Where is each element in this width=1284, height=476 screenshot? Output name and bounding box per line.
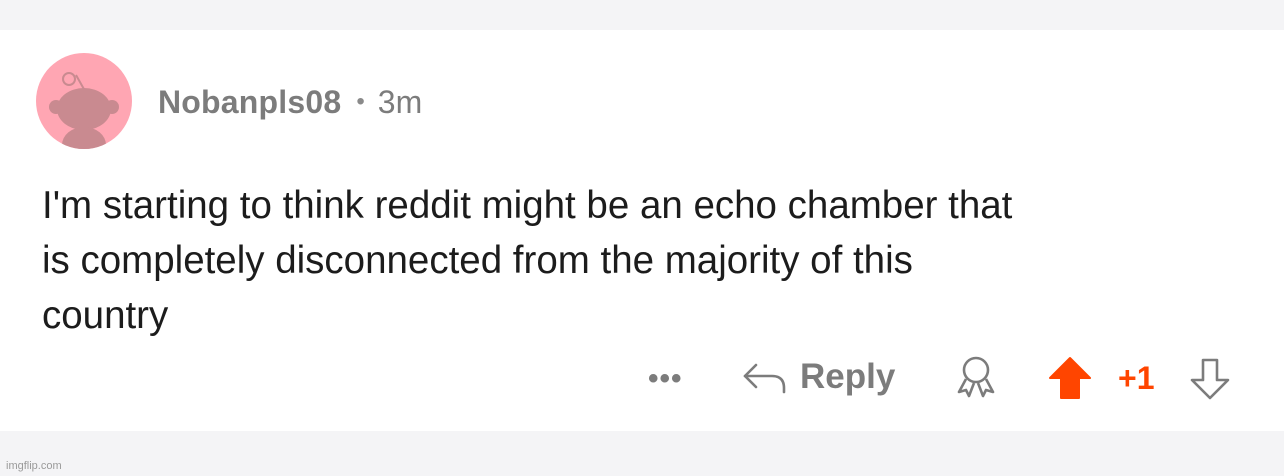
more-options-button[interactable]: ••• <box>648 362 683 396</box>
reply-button[interactable]: Reply <box>742 354 895 400</box>
comment-body-line: is completely disconnected from the majo… <box>42 239 913 282</box>
comment-actions: ••• Reply +1 <box>0 352 1284 402</box>
comment-card: Nobanpls08 • 3m I'm starting to think re… <box>0 30 1284 431</box>
comment-body: I'm starting to think reddit might be an… <box>42 178 1252 343</box>
reply-label: Reply <box>800 357 896 396</box>
award-button[interactable] <box>950 354 1002 400</box>
downvote-arrow-icon <box>1190 358 1230 400</box>
upvote-button[interactable] <box>1046 354 1094 402</box>
reply-arrow-icon <box>743 363 786 394</box>
downvote-button[interactable] <box>1186 354 1234 402</box>
award-icon <box>957 356 995 398</box>
comment-body-line: I'm starting to think reddit might be an… <box>42 184 1013 227</box>
upvote-arrow-icon <box>1049 357 1091 399</box>
username-link[interactable]: Nobanpls08 <box>158 84 341 121</box>
comment-body-line: country <box>42 294 169 337</box>
comment-timestamp: 3m <box>377 83 423 120</box>
comment-meta: Nobanpls08 • 3m <box>158 82 422 122</box>
vote-score: +1 <box>1118 360 1155 396</box>
user-avatar[interactable] <box>36 53 132 149</box>
imgflip-watermark: imgflip.com <box>6 460 62 472</box>
snoo-avatar-icon <box>49 72 119 149</box>
meta-separator: • <box>356 88 365 115</box>
